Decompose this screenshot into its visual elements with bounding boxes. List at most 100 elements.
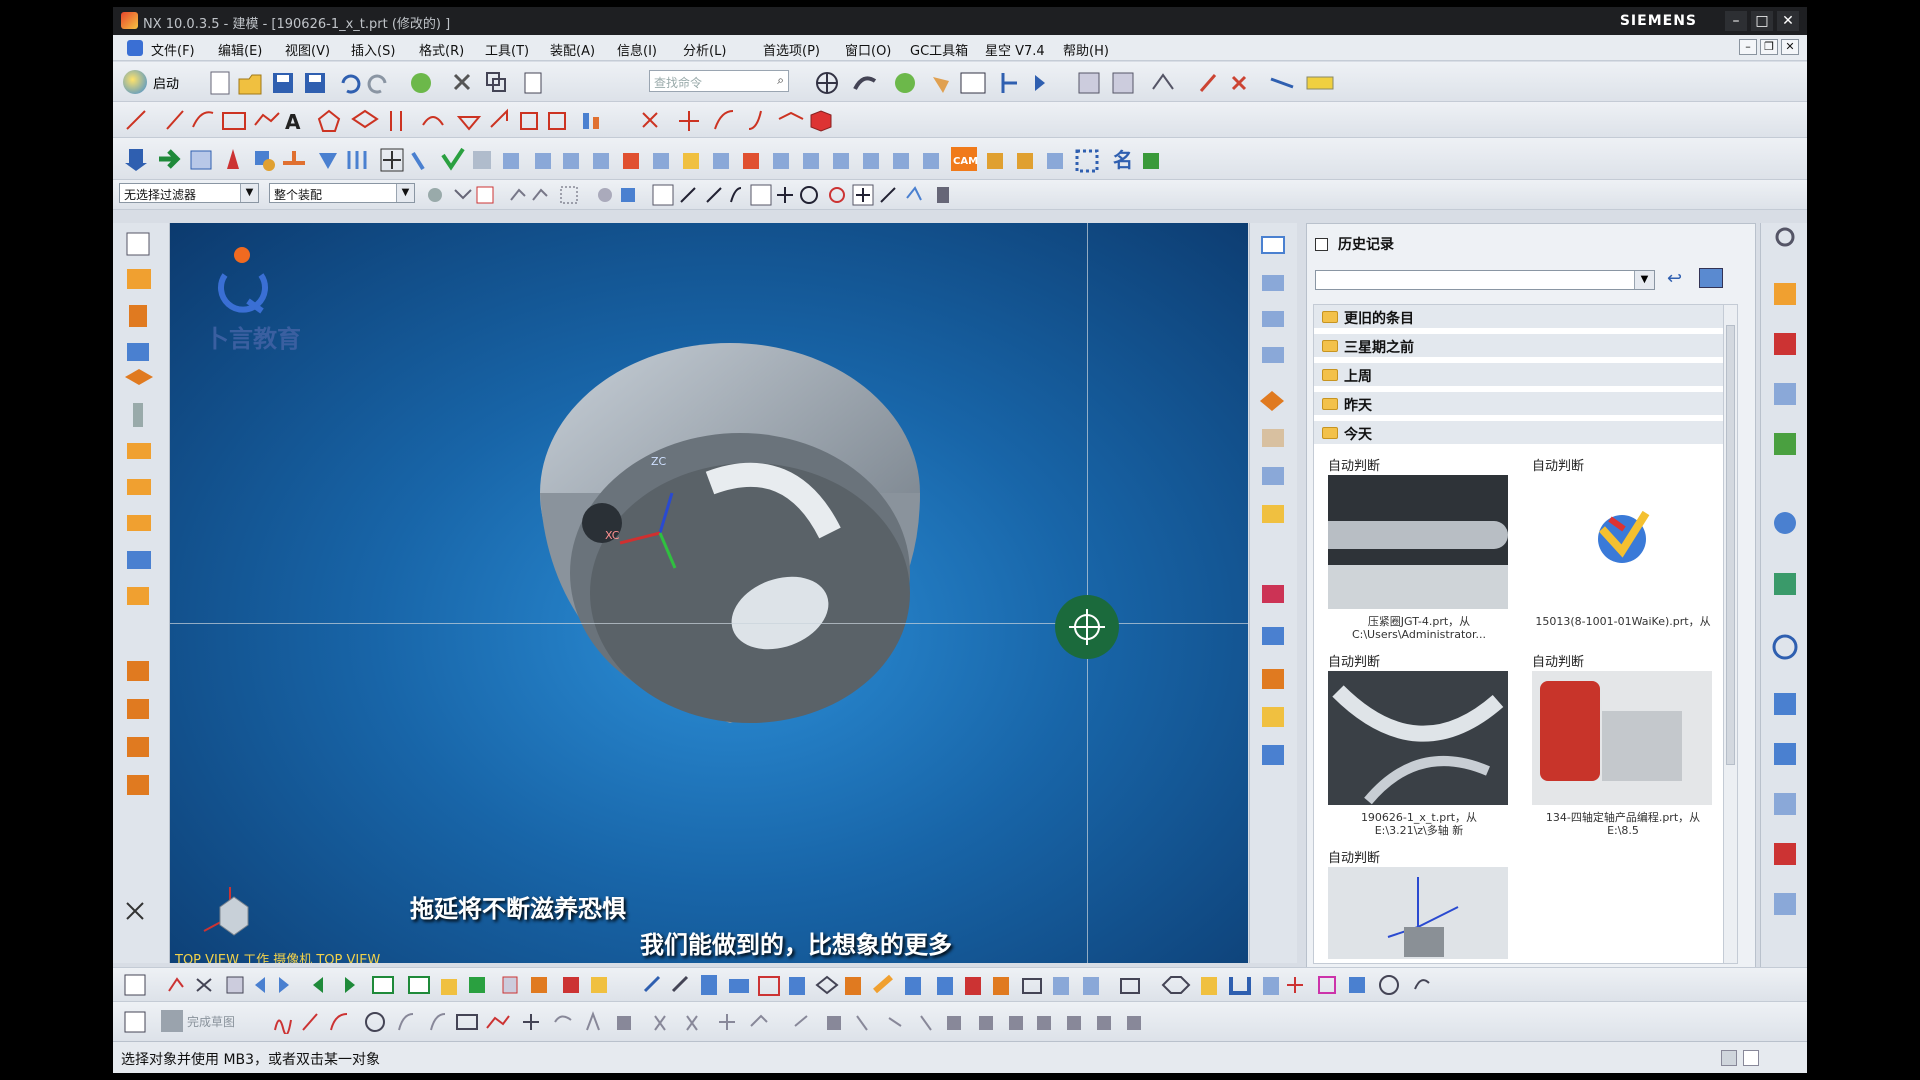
history-card[interactable]: 自动判断 压紧圈JGT-4.prt，从 C:\Users\Administrat… [1314,453,1508,643]
snap-tools-icons[interactable] [425,184,1185,206]
scope-dropdown[interactable]: 整个装配 ▼ [269,183,415,203]
history-card[interactable]: 自动判断 134-四轴定轴产品编程.prt，从 E:\8.5 [1518,649,1712,839]
maximize-button[interactable]: □ [1751,11,1773,31]
resource-bar-icons[interactable] [1761,223,1807,968]
card-caption: 190626-1_x_t.prt，从 E:\3.21\z\多轴 新 [1360,811,1478,837]
doc-restore-button[interactable]: ❐ [1760,39,1778,55]
menu-file[interactable]: 文件(F) [151,40,195,59]
card-label: 自动判断 [1328,459,1381,474]
feature-toolbar: CAM 名 [113,138,1807,180]
standard-toolbar: 启动 查找命令 ⌕ [113,62,1807,102]
scroll-thumb[interactable] [1726,325,1735,765]
chevron-down-icon: ▼ [1634,271,1654,289]
start-icon[interactable] [123,70,147,94]
sketch-icon[interactable] [123,1010,147,1034]
folder-three-weeks[interactable]: 三星期之前 [1314,334,1737,358]
finish-sketch-icon [161,1010,183,1032]
selection-bar: 无选择过滤器 ▼ 整个装配 ▼ [113,180,1807,210]
card-caption: 压紧圈JGT-4.prt，从 C:\Users\Administrator... [1351,615,1487,641]
crosshair-vertical [1087,223,1088,963]
history-list: 更旧的条目 三星期之前 上周 昨天 今天 自动判断 压紧圈JGT-4.prt，从… [1313,304,1738,964]
menu-view[interactable]: 视图(V) [285,40,330,59]
left-tools-icons[interactable] [113,223,170,963]
doc-close-button[interactable]: ✕ [1781,39,1799,55]
card-thumbnail [1328,671,1508,805]
history-card[interactable]: 自动判断 [1314,845,1508,963]
document-controls: – ❐ ✕ [1739,39,1799,55]
card-thumbnail [1328,475,1508,609]
curve-toolbar: A [113,102,1807,138]
history-scrollbar[interactable] [1723,305,1737,963]
card-label: 自动判断 [1532,459,1585,474]
status-panel-icon[interactable] [1721,1050,1737,1066]
menu-tools[interactable]: 工具(T) [485,40,529,59]
folder-yesterday[interactable]: 昨天 [1314,392,1737,416]
command-search-input[interactable]: 查找命令 ⌕ [649,70,789,92]
history-card[interactable]: 自动判断 15013(8-1001-01WaiKe).prt，从 [1518,453,1711,643]
standard-icons[interactable] [209,69,649,97]
menu-insert[interactable]: 插入(S) [351,40,395,59]
title-bar: NX 10.0.3.5 - 建模 - [190626-1_x_t.prt (修改… [113,7,1807,35]
cursor-highlight [1055,595,1119,659]
palette-icon[interactable] [1699,268,1723,288]
bottom-toolbar-1 [113,967,1807,1001]
card-label: 自动判断 [1532,655,1585,670]
history-checkbox[interactable] [1315,238,1328,251]
bottom-tools-icons[interactable] [123,973,1793,997]
menu-edit[interactable]: 编辑(E) [218,40,262,59]
app-menu-icon[interactable] [127,40,143,56]
doc-minimize-button[interactable]: – [1739,39,1757,55]
card-label: 自动判断 [1328,655,1381,670]
close-button[interactable]: ✕ [1777,11,1799,31]
open-folder-icon [1322,427,1338,439]
menu-window[interactable]: 窗口(O) [845,40,891,59]
subtitle-line-1: 拖延将不断滋养恐惧 [410,895,626,923]
subtitle-line-2: 我们能做到的，比想象的更多 [640,931,952,959]
status-bar: 选择对象并使用 MB3，或者双击某一对象 [113,1041,1807,1073]
menu-preferences[interactable]: 首选项(P) [763,40,820,59]
axis-zc-label: ZC [651,455,667,468]
window-controls: – □ ✕ [1725,11,1799,31]
history-card[interactable]: 自动判断 190626-1_x_t.prt，从 E:\3.21\z\多轴 新 [1314,649,1508,839]
status-window-icon[interactable] [1743,1050,1759,1066]
folder-today[interactable]: 今天 [1314,421,1737,445]
window-title: NX 10.0.3.5 - 建模 - [190626-1_x_t.prt (修改… [143,17,451,32]
folder-icon [1322,369,1338,381]
feature-tools-icons[interactable]: CAM 名 [123,145,1423,173]
menu-gc-toolbox[interactable]: GC工具箱 [910,40,968,59]
menu-analysis[interactable]: 分析(L) [683,40,726,59]
status-text: 选择对象并使用 MB3，或者双击某一对象 [121,1052,381,1068]
part-model[interactable] [450,323,970,763]
view-tools-icons[interactable] [813,69,1693,97]
history-panel: 历史记录 ▼ ↩ 更旧的条目 三星期之前 上周 昨天 今天 自动判断 压紧圈JG… [1306,223,1756,968]
start-button[interactable]: 启动 [153,73,179,92]
card-thumbnail [1328,867,1508,959]
bottom-toolbar-2: 完成草图 [113,1001,1807,1041]
chevron-down-icon: ▼ [396,184,414,202]
curve-tools-icons[interactable]: A [123,107,1023,133]
card-label: 自动判断 [1328,851,1381,866]
selection-filter-dropdown[interactable]: 无选择过滤器 ▼ [119,183,259,203]
sketch-tools-icons[interactable] [271,1010,1271,1034]
nx-file-icon [1598,510,1650,563]
finish-sketch-button[interactable]: 完成草图 [187,1013,235,1030]
menu-help[interactable]: 帮助(H) [1063,40,1109,59]
view-side-icons[interactable] [1250,223,1298,963]
nx-logo-icon [121,12,138,29]
history-filter-dropdown[interactable]: ▼ [1315,270,1655,290]
card-thumbnail [1532,475,1712,609]
menu-assembly[interactable]: 装配(A) [550,40,595,59]
watermark-text: 卜言教育 [205,325,301,353]
svg-text:CAM: CAM [953,156,978,167]
folder-older[interactable]: 更旧的条目 [1314,305,1737,329]
minimize-button[interactable]: – [1725,11,1747,31]
wcs-triad-icon [619,492,677,569]
menu-format[interactable]: 格式(R) [419,40,464,59]
folder-icon [1322,398,1338,410]
folder-icon [1322,340,1338,352]
menu-info[interactable]: 信息(I) [617,40,657,59]
menu-xingkong[interactable]: 星空 V7.4 [985,40,1045,59]
svg-text:A: A [285,110,301,133]
folder-last-week[interactable]: 上周 [1314,363,1737,387]
back-arrow-icon[interactable]: ↩ [1667,268,1682,289]
